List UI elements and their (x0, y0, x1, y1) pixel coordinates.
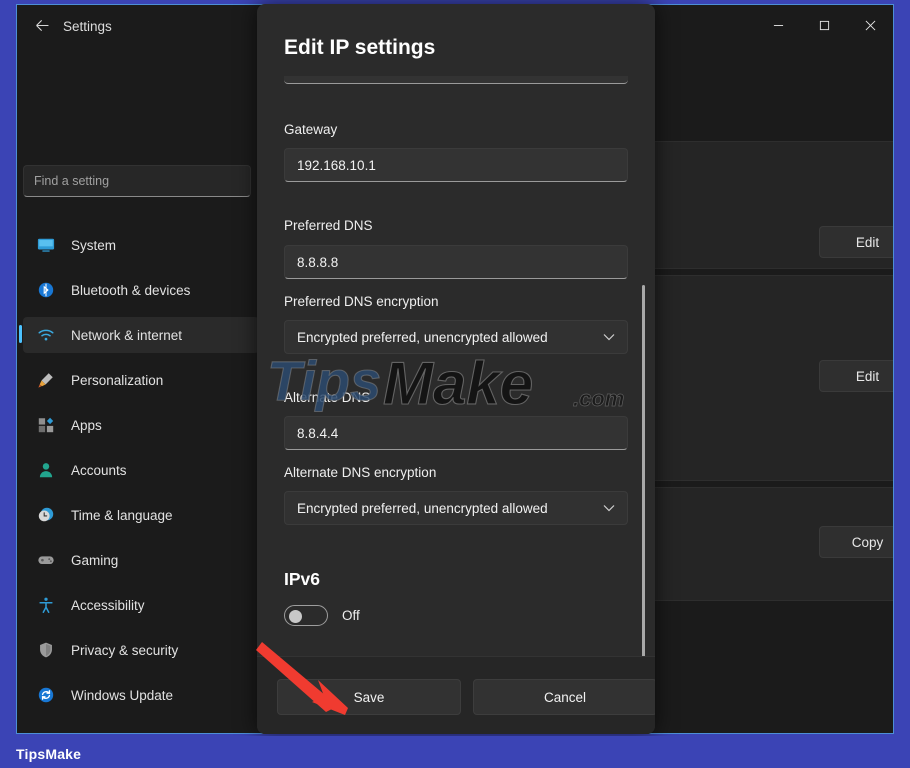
accessibility-icon (35, 594, 57, 616)
edit-button[interactable]: Edit (819, 360, 894, 392)
bluetooth-icon (35, 279, 57, 301)
gamepad-icon (35, 549, 57, 571)
monitor-icon (35, 234, 57, 256)
alternate-dns-input[interactable]: 8.8.4.4 (284, 416, 628, 450)
alternate-dns-label: Alternate DNS (284, 390, 370, 405)
maximize-icon (819, 18, 830, 36)
sidebar-item-label: Apps (71, 418, 102, 433)
ipv6-heading: IPv6 (284, 569, 320, 590)
alternate-dns-encryption-select[interactable]: Encrypted preferred, unencrypted allowed (284, 491, 628, 525)
edit-ip-settings-dialog: Edit IP settings Gateway 192.168.10.1 Pr… (257, 4, 655, 734)
gateway-input[interactable]: 192.168.10.1 (284, 148, 628, 182)
wifi-icon (35, 324, 57, 346)
sidebar-item-accessibility[interactable]: Accessibility (23, 587, 259, 623)
sidebar-item-time-language[interactable]: Time & language (23, 497, 259, 533)
copy-button[interactable]: Copy (819, 526, 894, 558)
preferred-dns-encryption-value: Encrypted preferred, unencrypted allowed (297, 330, 603, 345)
sidebar: Find a setting System Bluetooth & device… (17, 49, 265, 733)
dialog-footer: Save Cancel (257, 656, 655, 734)
preferred-dns-encryption-label: Preferred DNS encryption (284, 294, 439, 309)
window-controls (755, 5, 893, 49)
ipv6-toggle[interactable] (284, 605, 328, 626)
preferred-dns-input[interactable]: 8.8.8.8 (284, 245, 628, 279)
ipv6-toggle-state: Off (342, 608, 360, 623)
close-icon (865, 18, 876, 36)
close-button[interactable] (847, 5, 893, 49)
sidebar-item-apps[interactable]: Apps (23, 407, 259, 443)
sidebar-item-personalization[interactable]: Personalization (23, 362, 259, 398)
minimize-icon (773, 18, 784, 36)
alternate-dns-encryption-value: Encrypted preferred, unencrypted allowed (297, 501, 603, 516)
alternate-dns-value: 8.8.4.4 (297, 426, 338, 441)
screen-root: Settings (0, 0, 910, 768)
sidebar-item-label: Network & internet (71, 328, 182, 343)
sidebar-item-label: Privacy & security (71, 643, 178, 658)
edit-button[interactable]: Edit (819, 226, 894, 258)
vertical-scrollbar[interactable] (642, 285, 645, 671)
preferred-dns-label: Preferred DNS (284, 218, 373, 233)
sidebar-item-privacy-security[interactable]: Privacy & security (23, 632, 259, 668)
maximize-button[interactable] (801, 5, 847, 49)
sidebar-item-label: System (71, 238, 116, 253)
sidebar-nav: System Bluetooth & devices Network & int… (23, 227, 259, 722)
banner-brand: TipsMake (16, 746, 81, 762)
preferred-dns-value: 8.8.8.8 (297, 255, 338, 270)
scrolled-field-edge (284, 76, 628, 84)
chevron-down-icon (603, 333, 615, 341)
ipv6-toggle-row: Off (284, 605, 360, 626)
chevron-down-icon (603, 504, 615, 512)
clock-icon (35, 504, 57, 526)
sidebar-item-label: Personalization (71, 373, 163, 388)
shield-icon (35, 639, 57, 661)
search-container: Find a setting (23, 165, 251, 197)
toggle-knob (289, 610, 302, 623)
dialog-title: Edit IP settings (284, 36, 435, 60)
sidebar-item-label: Accounts (71, 463, 127, 478)
sidebar-item-label: Gaming (71, 553, 118, 568)
search-input[interactable]: Find a setting (23, 165, 251, 197)
apps-grid-icon (35, 414, 57, 436)
sidebar-item-label: Accessibility (71, 598, 145, 613)
gateway-value: 192.168.10.1 (297, 158, 376, 173)
save-button[interactable]: Save (277, 679, 461, 715)
sidebar-item-network-internet[interactable]: Network & internet (23, 317, 259, 353)
back-button[interactable] (25, 13, 59, 43)
dialog-body: Gateway 192.168.10.1 Preferred DNS 8.8.8… (257, 72, 655, 656)
sidebar-item-bluetooth-devices[interactable]: Bluetooth & devices (23, 272, 259, 308)
sidebar-item-label: Time & language (71, 508, 173, 523)
paintbrush-icon (35, 369, 57, 391)
alternate-dns-encryption-label: Alternate DNS encryption (284, 465, 436, 480)
preferred-dns-encryption-select[interactable]: Encrypted preferred, unencrypted allowed (284, 320, 628, 354)
sidebar-item-windows-update[interactable]: Windows Update (23, 677, 259, 713)
sidebar-item-label: Windows Update (71, 688, 173, 703)
tipsmake-banner: TipsMake (0, 736, 910, 768)
sidebar-item-gaming[interactable]: Gaming (23, 542, 259, 578)
sidebar-item-system[interactable]: System (23, 227, 259, 263)
sidebar-item-accounts[interactable]: Accounts (23, 452, 259, 488)
back-arrow-icon (34, 17, 51, 39)
refresh-icon (35, 684, 57, 706)
cancel-button[interactable]: Cancel (473, 679, 655, 715)
person-icon (35, 459, 57, 481)
minimize-button[interactable] (755, 5, 801, 49)
sidebar-item-label: Bluetooth & devices (71, 283, 190, 298)
search-placeholder: Find a setting (34, 174, 109, 188)
gateway-label: Gateway (284, 122, 337, 137)
app-title: Settings (63, 19, 112, 34)
